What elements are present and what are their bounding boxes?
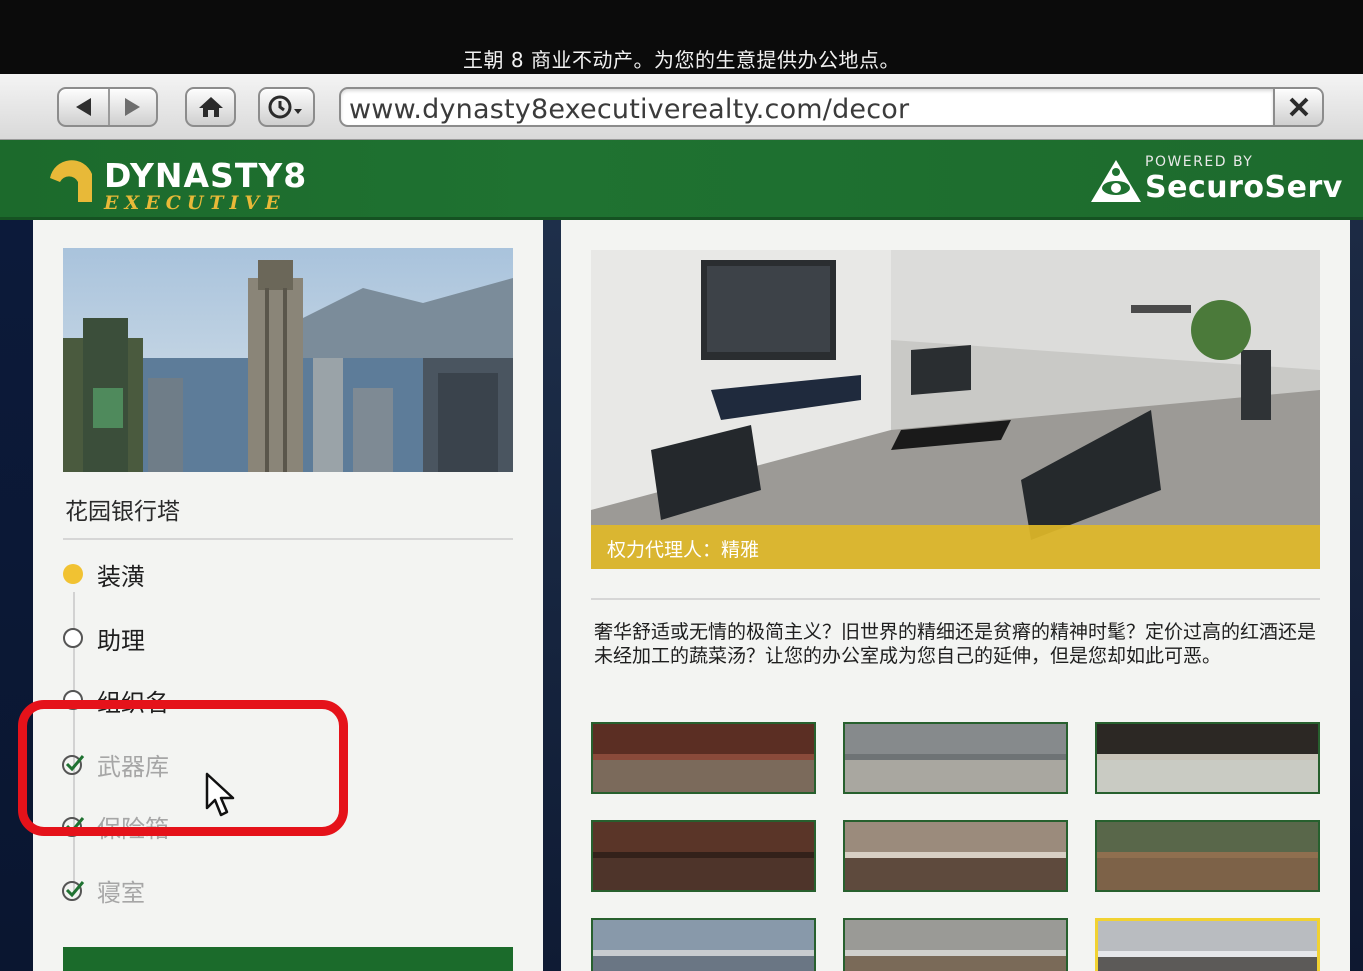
divider — [591, 598, 1320, 600]
close-icon — [1289, 97, 1308, 117]
navigation-buttons — [57, 87, 158, 127]
swatch-band — [845, 852, 1066, 858]
decor-panel: 权力代理人：精雅 奢华舒适或无情的极简主义？旧世界的精细还是贫瘠的精神时髦？定价… — [561, 220, 1350, 971]
powered-by-label: POWERED BY — [1145, 154, 1254, 170]
step-bedroom[interactable]: 寝室 — [61, 872, 361, 908]
site-header: DYNASTY8 EXECUTIVE POWERED BY SecuroServ — [0, 140, 1363, 220]
swatch-bottom — [845, 856, 1066, 890]
swatch-bottom — [1097, 758, 1318, 792]
swatch-band — [845, 950, 1066, 956]
top-bar: 王朝 8 商业不动产。为您的生意提供办公地点。 — [0, 0, 1363, 74]
decor-swatch-2[interactable] — [843, 722, 1068, 794]
swatch-bottom — [1097, 856, 1318, 890]
swatch-band — [1097, 754, 1318, 760]
property-name: 花园银行塔 — [65, 499, 180, 525]
decor-swatch-7[interactable] — [591, 918, 816, 971]
step-label: 装潢 — [97, 562, 145, 591]
swatch-band — [593, 852, 814, 858]
decor-swatch-3[interactable] — [1095, 722, 1320, 794]
background-right — [1348, 220, 1363, 971]
decor-swatch-4[interactable] — [591, 820, 816, 892]
step-label: 助理 — [97, 626, 145, 655]
office-preview-image: 权力代理人：精雅 — [591, 250, 1320, 569]
subtitle: 王朝 8 商业不动产。为您的生意提供办公地点。 — [463, 48, 900, 72]
dynasty8-logo[interactable]: DYNASTY8 EXECUTIVE — [46, 152, 306, 214]
clock-dropdown-icon — [268, 95, 302, 119]
decor-swatch-9[interactable] — [1095, 918, 1320, 971]
forward-arrow-icon — [125, 98, 141, 116]
current-step-dot-icon — [61, 562, 85, 586]
checked-circle-icon — [61, 878, 85, 902]
securoserv-eye-icon — [1091, 160, 1141, 202]
forward-button[interactable] — [107, 89, 157, 125]
swatch-band — [593, 950, 814, 956]
securoserv-badge: POWERED BY SecuroServ — [1089, 154, 1342, 210]
swatch-bottom — [845, 954, 1066, 971]
home-button[interactable] — [185, 87, 236, 127]
dynasty8-emblem-icon — [50, 160, 92, 202]
decor-description: 奢华舒适或无情的极简主义？旧世界的精细还是贫瘠的精神时髦？定价过高的红酒还是未经… — [594, 621, 1317, 667]
swatch-bottom — [845, 758, 1066, 792]
divider — [63, 538, 513, 540]
swatch-band — [845, 754, 1066, 760]
mouse-cursor-icon — [205, 772, 235, 817]
logo-text-executive: EXECUTIVE — [104, 192, 286, 214]
red-highlight-annotation — [18, 700, 348, 836]
logo-text-dynasty8: DYNASTY8 — [104, 156, 308, 195]
back-button[interactable] — [59, 89, 108, 125]
step-label: 寝室 — [97, 878, 145, 907]
image-caption-bar: 权力代理人：精雅 — [591, 525, 1320, 569]
swatch-bottom — [593, 856, 814, 890]
swatch-band — [1097, 852, 1318, 858]
property-panel: 花园银行塔 装潢 助理 组织名 武器库 保险箱 寝室 — [33, 220, 543, 971]
empty-step-circle-icon — [61, 626, 85, 650]
url-text: www.dynasty8executiverealty.com/decor — [349, 94, 910, 125]
swatch-bottom — [593, 954, 814, 971]
continue-button[interactable] — [63, 947, 513, 971]
back-arrow-icon — [75, 98, 91, 116]
building-image — [63, 248, 513, 472]
decor-swatch-5[interactable] — [843, 820, 1068, 892]
browser-toolbar: www.dynasty8executiverealty.com/decor — [0, 74, 1363, 140]
securoserv-name: SecuroServ — [1145, 170, 1343, 205]
swatch-bottom — [593, 758, 814, 792]
decor-swatch-1[interactable] — [591, 722, 816, 794]
swatch-band — [593, 754, 814, 760]
decor-swatch-8[interactable] — [843, 918, 1068, 971]
close-button[interactable] — [1273, 87, 1324, 127]
step-decor[interactable]: 装潢 — [61, 556, 361, 592]
home-icon — [198, 97, 223, 117]
address-bar[interactable]: www.dynasty8executiverealty.com/decor — [339, 87, 1275, 127]
decor-swatch-6[interactable] — [1095, 820, 1320, 892]
background-middle — [543, 220, 563, 971]
image-caption: 权力代理人：精雅 — [607, 539, 760, 561]
swatch-band — [1098, 951, 1317, 957]
history-button[interactable] — [258, 87, 315, 127]
step-assistant[interactable]: 助理 — [61, 620, 361, 656]
